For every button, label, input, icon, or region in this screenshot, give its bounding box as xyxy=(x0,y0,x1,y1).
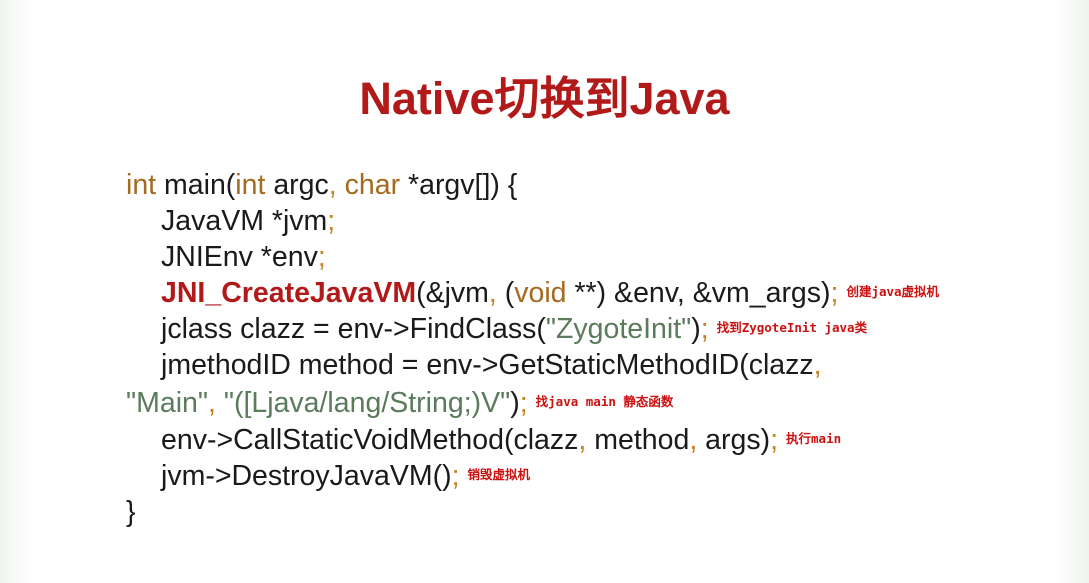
code-line-5: jclass clazz = env->FindClass("ZygoteIni… xyxy=(161,312,867,346)
semicolon: ; xyxy=(327,205,336,237)
comma: , xyxy=(208,387,216,419)
string-literal: "([Ljava/lang/String;)V" xyxy=(223,387,511,419)
code-text: args) xyxy=(697,424,771,456)
code-line-3: JNIEnv *env; xyxy=(161,240,326,274)
code-text: argc xyxy=(265,169,329,201)
annotation-note: 执行main xyxy=(786,431,842,447)
presentation-slide: Native切换到Java int main(int argc, char *a… xyxy=(0,0,1089,583)
code-text: ( xyxy=(496,277,515,309)
code-text: jvm->DestroyJavaVM() xyxy=(161,460,452,492)
code-text: ) xyxy=(510,387,520,419)
comma: , xyxy=(328,169,337,201)
comma: , xyxy=(488,277,497,309)
code-line-7: "Main", "([Ljava/lang/String;)V"); 找java … xyxy=(126,386,673,420)
annotation-note: 创建java虚拟机 xyxy=(846,284,940,300)
semicolon: ; xyxy=(700,313,709,345)
semicolon: ; xyxy=(830,277,839,309)
code-line-2: JavaVM *jvm; xyxy=(161,204,335,238)
keyword-int: int xyxy=(235,169,266,201)
string-literal: "Main" xyxy=(126,387,209,419)
function-name-jni-create-java-vm: JNI_CreateJavaVM xyxy=(161,277,417,309)
slide-title: Native切换到Java xyxy=(359,73,730,124)
keyword-int: int xyxy=(126,169,157,201)
code-text: main( xyxy=(156,169,236,201)
code-text: ) xyxy=(691,313,701,345)
keyword-char: char xyxy=(344,169,401,201)
code-text: jclass clazz = env->FindClass( xyxy=(161,313,546,345)
code-text: } xyxy=(126,496,136,528)
code-text: jmethodID method = env->GetStaticMethodI… xyxy=(161,349,814,381)
keyword-void: void xyxy=(514,277,567,309)
comma: , xyxy=(813,349,822,381)
code-text: *argv[]) { xyxy=(400,169,518,201)
annotation-note: 找到ZygoteInit java类 xyxy=(716,320,868,336)
code-line-8: env->CallStaticVoidMethod(clazz, method,… xyxy=(161,423,841,457)
code-text: **) &env, &vm_args) xyxy=(566,277,831,309)
code-line-4: JNI_CreateJavaVM(&jvm, (void **) &env, &… xyxy=(161,276,939,310)
semicolon: ; xyxy=(519,387,528,419)
code-line-10: } xyxy=(126,495,136,529)
semicolon: ; xyxy=(770,424,779,456)
semicolon: ; xyxy=(317,241,326,273)
code-line-9: jvm->DestroyJavaVM(); 销毁虚拟机 xyxy=(161,459,530,493)
code-text: JNIEnv *env xyxy=(161,241,318,273)
code-text: (&jvm xyxy=(416,277,489,309)
code-text: method xyxy=(586,424,690,456)
code-line-1: int main(int argc, char *argv[]) { xyxy=(126,168,517,202)
annotation-note: 销毁虚拟机 xyxy=(467,467,531,483)
semicolon: ; xyxy=(451,460,460,492)
code-text: env->CallStaticVoidMethod(clazz xyxy=(161,424,579,456)
code-line-6: jmethodID method = env->GetStaticMethodI… xyxy=(161,348,822,382)
string-literal: "ZygoteInit" xyxy=(545,313,692,345)
code-text: JavaVM *jvm xyxy=(161,205,328,237)
annotation-note: 找java main 静态函数 xyxy=(535,394,674,410)
